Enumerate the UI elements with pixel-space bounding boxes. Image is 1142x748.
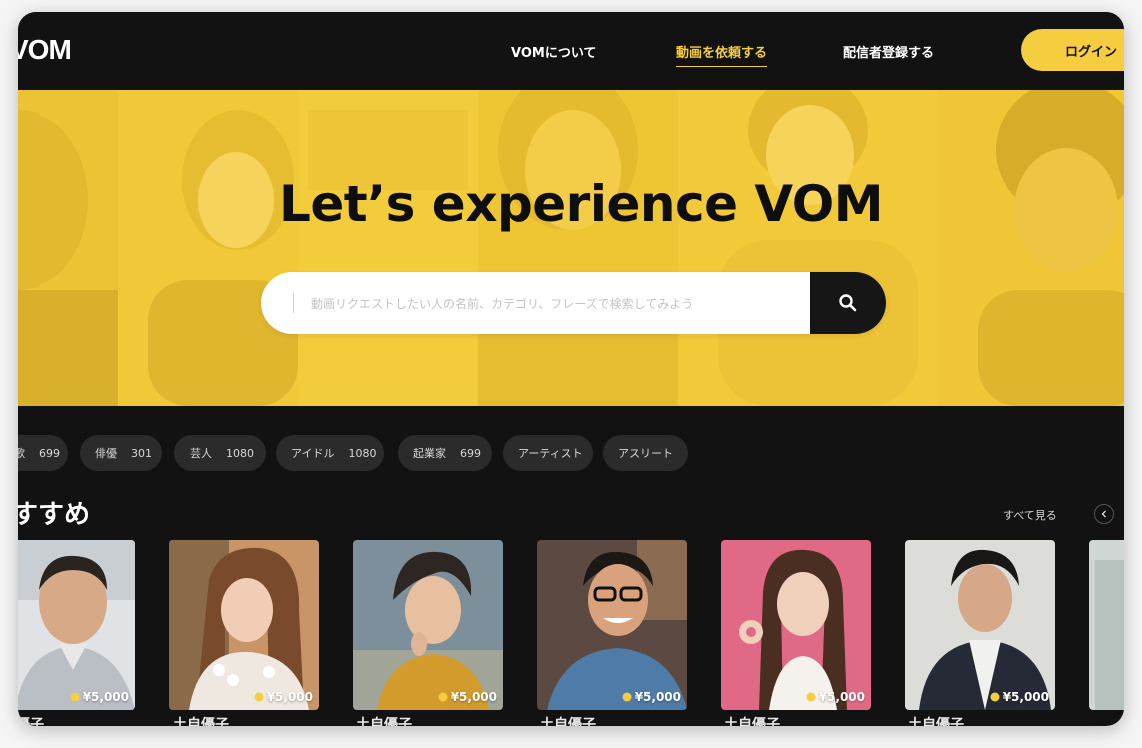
hero-photo-tile (938, 90, 1124, 406)
coin-icon (438, 692, 448, 702)
chip-category[interactable]: 俳優 301 (80, 435, 162, 471)
talent-name[interactable]: 土自優子 (540, 714, 596, 726)
hero-photo-tile (118, 90, 298, 406)
hero-title: Let’s experience VOM (278, 175, 884, 233)
talent-photo (353, 540, 503, 710)
hero-banner: Let’s experience VOM (18, 90, 1124, 406)
price-value: ¥5,000 (450, 690, 497, 704)
talent-card[interactable]: ¥5,000 (721, 540, 871, 710)
chip-count: 301 (131, 446, 152, 460)
talent-photo (905, 540, 1055, 710)
chip-count: 699 (39, 446, 60, 460)
chip-count: 1080 (348, 446, 377, 460)
talent-card[interactable]: ¥5,000 (905, 540, 1055, 710)
talent-card[interactable]: ¥5,000 (18, 540, 135, 710)
see-all-link[interactable]: すべて見る (1003, 507, 1057, 523)
hero-photo-tile (478, 90, 678, 406)
talent-photo (537, 540, 687, 710)
chip-category[interactable]: 芸人 1080 (174, 435, 266, 471)
chip-label: アイドル (291, 447, 335, 460)
chip-category[interactable]: アスリート (603, 435, 688, 471)
browser-frame: VOM VOMについて 動画を依頼する 配信者登録する ログイン Let’s e… (18, 12, 1124, 726)
search-bar (261, 272, 886, 334)
talent-name[interactable]: 土自優子 (908, 714, 964, 726)
talent-name[interactable]: 土自優子 (356, 714, 412, 726)
site-header: VOM VOMについて 動画を依頼する 配信者登録する ログイン (18, 12, 1124, 90)
chip-category[interactable]: 起業家 699 (398, 435, 492, 471)
chip-label: アーティスト (518, 447, 583, 460)
chip-count: 699 (460, 446, 481, 460)
coin-icon (990, 692, 1000, 702)
price-badge: ¥5,000 (70, 690, 129, 704)
price-badge: ¥5,000 (622, 690, 681, 704)
coin-icon (70, 692, 80, 702)
talent-card[interactable]: ¥5,000 (353, 540, 503, 710)
price-value: ¥5,000 (266, 690, 313, 704)
talent-photo (18, 540, 135, 710)
hero-photo-tile (18, 90, 118, 406)
price-badge: ¥5,000 (806, 690, 865, 704)
search-caret (293, 293, 294, 313)
chip-category[interactable]: アーティスト (503, 435, 593, 471)
coin-icon (254, 692, 264, 702)
price-badge: ¥5,000 (438, 690, 497, 704)
coin-icon (806, 692, 816, 702)
nav-about[interactable]: VOMについて (511, 42, 596, 61)
chip-label: 起業家 (413, 447, 446, 460)
price-value: ¥5,000 (818, 690, 865, 704)
talent-card[interactable]: ¥5,000 (169, 540, 319, 710)
coin-icon (622, 692, 632, 702)
price-badge: ¥5,000 (254, 690, 313, 704)
chevron-left-icon (1101, 510, 1106, 518)
price-badge: ¥5,000 (990, 690, 1049, 704)
talent-photo (721, 540, 871, 710)
hero-photo-tile (678, 90, 958, 406)
talent-name[interactable]: 土自優子 (18, 714, 44, 726)
talent-name[interactable]: 土自優子 (173, 714, 229, 726)
talent-photo (169, 540, 319, 710)
talent-name[interactable]: 土自優子 (724, 714, 780, 726)
nav-request-video[interactable]: 動画を依頼する (676, 42, 768, 67)
talent-card[interactable] (1089, 540, 1124, 710)
chip-label: 歌 (18, 447, 25, 460)
category-chips: 歌 699 俳優 301 芸人 1080 アイドル 1080 起業家 699 アーティスト… (18, 435, 1124, 471)
search-button[interactable] (810, 272, 886, 334)
chip-category[interactable]: 歌 699 (18, 435, 68, 471)
carousel-prev-button[interactable] (1094, 504, 1114, 524)
section-title: すすめ (18, 500, 91, 530)
login-button[interactable]: ログイン (1021, 29, 1124, 71)
nav-register-streamer[interactable]: 配信者登録する (843, 42, 934, 61)
search-input[interactable] (309, 272, 793, 334)
hero-photo-tile (298, 90, 478, 406)
talent-photo (1089, 540, 1124, 710)
price-value: ¥5,000 (1002, 690, 1049, 704)
chip-count: 1080 (226, 446, 254, 460)
search-icon (839, 294, 857, 312)
chip-category[interactable]: アイドル 1080 (276, 435, 384, 471)
price-value: ¥5,000 (634, 690, 681, 704)
site-logo[interactable]: VOM (18, 34, 72, 66)
talent-card[interactable]: ¥5,000 (537, 540, 687, 710)
chip-label: 芸人 (190, 447, 212, 460)
chip-label: アスリート (618, 447, 673, 460)
price-value: ¥5,000 (82, 690, 129, 704)
chip-label: 俳優 (95, 447, 117, 460)
